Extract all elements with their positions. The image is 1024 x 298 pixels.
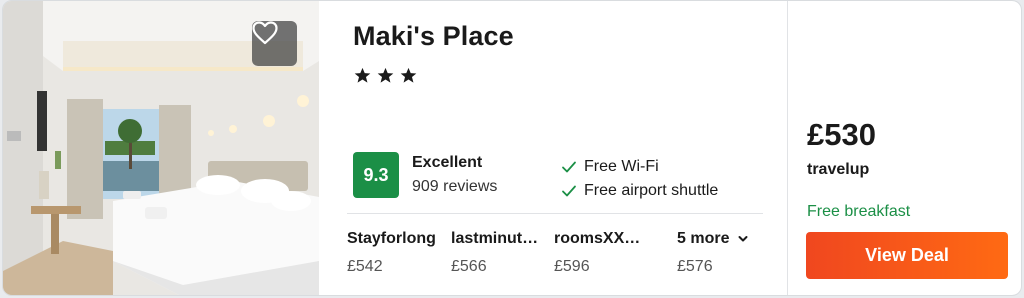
hotel-photo[interactable]	[3, 1, 319, 295]
provider-price: £542	[347, 258, 383, 275]
hotel-card: Maki's Place 9.3 Excellent 909 reviews F…	[2, 0, 1022, 296]
provider-name: lastminut…	[451, 230, 539, 247]
star-icon	[377, 67, 394, 83]
star-icon	[354, 67, 371, 83]
amenity-label: Free Wi-Fi	[584, 158, 659, 175]
provider-option-roomsxx[interactable]: roomsXX… £596	[554, 230, 654, 276]
column-divider	[787, 1, 788, 295]
provider-name: Stayforlong	[347, 230, 436, 247]
check-icon	[562, 185, 576, 197]
deal-price: £530	[807, 117, 876, 152]
view-deal-button[interactable]: View Deal	[806, 232, 1008, 279]
review-score-badge: 9.3	[353, 152, 399, 198]
amenities-list: Free Wi-Fi Free airport shuttle	[561, 155, 718, 203]
amenity-item: Free Wi-Fi	[561, 155, 718, 179]
more-providers-price: £576	[677, 258, 713, 275]
chevron-down-icon	[738, 236, 748, 242]
star-icon	[400, 67, 417, 83]
rating-label: Excellent	[412, 154, 483, 171]
more-providers-button[interactable]: 5 more £576	[677, 230, 767, 276]
star-rating	[354, 67, 417, 84]
provider-price: £596	[554, 258, 590, 275]
provider-price: £566	[451, 258, 487, 275]
divider	[347, 213, 763, 214]
review-count[interactable]: 909 reviews	[412, 178, 497, 196]
more-providers-label: 5 more	[677, 230, 730, 247]
save-favorite-button[interactable]	[252, 21, 297, 66]
heart-icon	[252, 21, 278, 45]
more-providers-label-row: 5 more	[677, 230, 767, 248]
hotel-name[interactable]: Maki's Place	[353, 21, 514, 52]
provider-option-lastminute[interactable]: lastminut… £566	[451, 230, 551, 276]
deal-perk: Free breakfast	[807, 203, 911, 220]
provider-option-stayforlong[interactable]: Stayforlong £542	[347, 230, 447, 276]
deal-seller: travelup	[807, 161, 870, 178]
amenity-label: Free airport shuttle	[584, 182, 719, 199]
check-icon	[562, 161, 576, 173]
provider-name: roomsXX…	[554, 230, 641, 247]
amenity-item: Free airport shuttle	[561, 179, 718, 203]
